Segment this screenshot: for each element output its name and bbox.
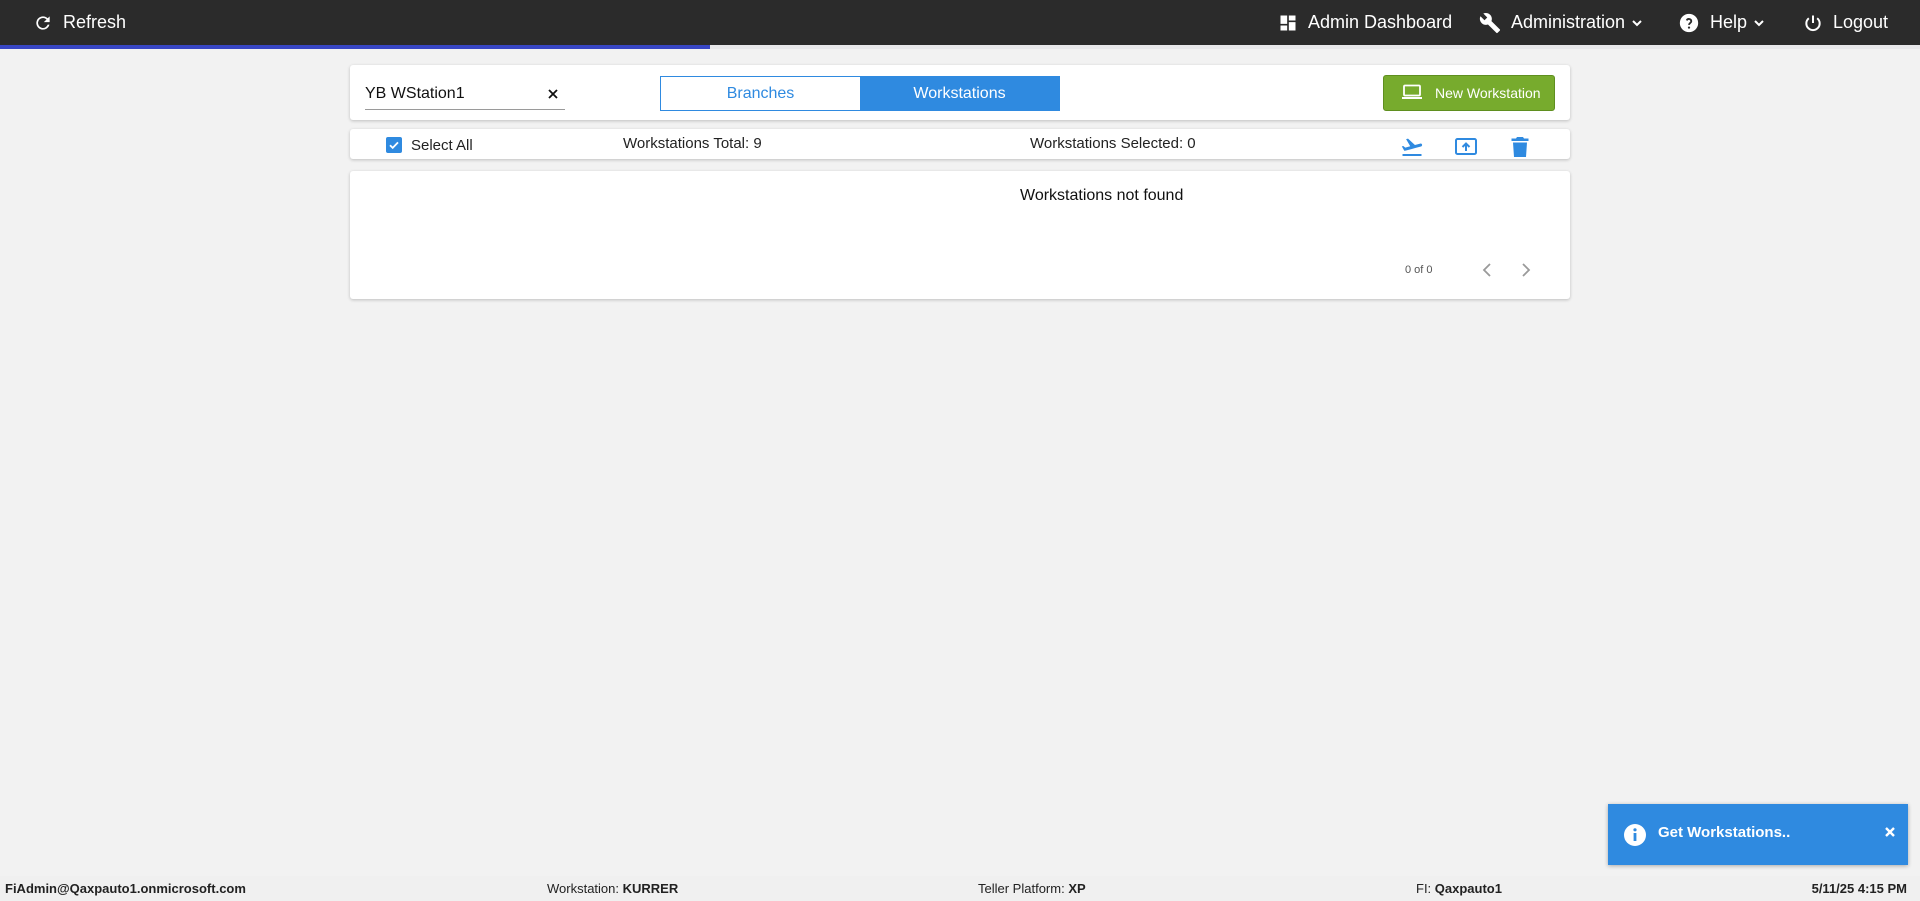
workstations-selected: Workstations Selected: 0 xyxy=(1030,135,1196,152)
select-all-checkbox[interactable]: Select All xyxy=(386,136,473,154)
workstation-info-value: KURRER xyxy=(622,881,679,896)
help-icon xyxy=(1678,12,1700,34)
new-workstation-button[interactable]: New Workstation xyxy=(1383,75,1555,111)
close-icon[interactable] xyxy=(1882,824,1898,840)
fi-label: FI: xyxy=(1416,881,1435,896)
dashboard-icon xyxy=(1278,13,1298,33)
logout-button[interactable]: Logout xyxy=(1803,0,1888,45)
help-menu[interactable]: Help xyxy=(1678,0,1765,45)
teller-platform-info: Teller Platform: XP xyxy=(978,881,1086,896)
status-datetime: 5/11/25 4:15 PM xyxy=(1811,881,1907,896)
admin-dashboard-label: Admin Dashboard xyxy=(1308,12,1453,32)
fi-value: Qaxpauto1 xyxy=(1434,881,1502,896)
workstation-info-label: Workstation: xyxy=(547,881,623,896)
info-icon xyxy=(1623,823,1647,852)
help-label: Help xyxy=(1710,12,1748,32)
administration-menu[interactable]: Administration xyxy=(1479,0,1643,45)
tab-workstations[interactable]: Workstations xyxy=(860,77,1059,110)
current-user: FiAdmin@Qaxpauto1.onmicrosoft.com xyxy=(5,881,246,896)
view-toggle: Branches Workstations xyxy=(660,76,1060,111)
workstations-results xyxy=(350,171,1570,299)
refresh-button[interactable]: Refresh xyxy=(33,0,126,45)
toast-message: Get Workstations.. xyxy=(1658,824,1791,841)
chevron-down-icon xyxy=(1631,17,1643,29)
fi-info: FI: Qaxpauto1 xyxy=(1416,881,1502,896)
pagination-count: 0 of 0 xyxy=(1405,264,1433,276)
power-icon xyxy=(1803,13,1823,33)
search-input[interactable] xyxy=(365,80,540,108)
workstations-total: Workstations Total: 9 xyxy=(623,135,762,152)
checkbox-checked-icon xyxy=(386,137,402,153)
top-nav-bar: Refresh Admin Dashboard Administration H… xyxy=(0,0,1920,45)
next-page-button[interactable] xyxy=(1516,262,1536,282)
administration-label: Administration xyxy=(1511,12,1626,32)
notification-toast: Get Workstations.. xyxy=(1608,804,1908,865)
loading-progress-fill xyxy=(0,45,711,49)
prev-page-button[interactable] xyxy=(1477,262,1497,282)
empty-results-message: Workstations not found xyxy=(1020,187,1184,204)
logout-label: Logout xyxy=(1833,12,1889,32)
laptop-icon xyxy=(1401,84,1423,103)
trash-icon[interactable] xyxy=(1508,135,1532,159)
new-workstation-label: New Workstation xyxy=(1435,85,1541,101)
clear-search-icon[interactable] xyxy=(545,86,561,102)
loading-progress-bar xyxy=(0,45,1920,49)
upload-icon[interactable] xyxy=(1454,135,1478,159)
refresh-icon xyxy=(33,13,53,33)
admin-dashboard-link[interactable]: Admin Dashboard xyxy=(1278,0,1452,45)
tab-branches[interactable]: Branches xyxy=(661,77,860,110)
chevron-left-icon xyxy=(1482,262,1492,283)
teller-platform-label: Teller Platform: xyxy=(978,881,1069,896)
chevron-right-icon xyxy=(1521,262,1531,283)
workstations-toolbar xyxy=(350,129,1570,159)
transfer-icon[interactable] xyxy=(1400,135,1424,159)
refresh-label: Refresh xyxy=(63,12,127,32)
teller-platform-value: XP xyxy=(1068,881,1086,896)
search-field xyxy=(365,80,565,110)
wrench-icon xyxy=(1479,12,1501,34)
workstation-info: Workstation: KURRER xyxy=(547,881,678,896)
select-all-label: Select All xyxy=(411,136,473,154)
chevron-down-icon xyxy=(1753,17,1765,29)
status-bar: FiAdmin@Qaxpauto1.onmicrosoft.com Workst… xyxy=(0,876,1920,901)
